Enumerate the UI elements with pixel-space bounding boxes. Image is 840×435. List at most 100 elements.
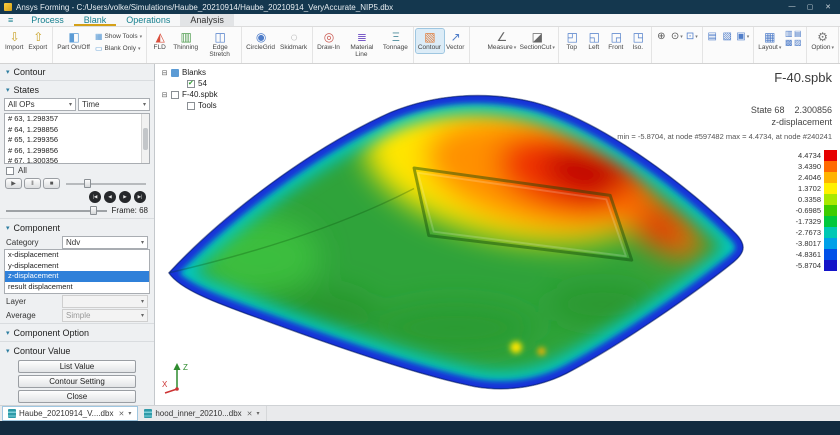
document-tab[interactable]: Haube_20210914_V....dbx ✕ ▾ [2,406,138,421]
layout-preset-icon[interactable]: ▤ [793,29,802,38]
component-list-item[interactable]: x-velocity [5,292,149,294]
playback-button[interactable]: ▶ [5,178,22,189]
zoom-tool-icon[interactable]: ⊕ [654,29,669,44]
scene-tree-item[interactable]: ⊟ Blanks [161,67,218,78]
layout-preset-icon[interactable]: ▩ [784,38,793,47]
ribbon-button[interactable]: ◎ Draw-In [315,29,343,53]
display-mode-icon[interactable]: ▣▾ [735,29,750,44]
sort-dropdown[interactable]: Time▾ [78,98,150,111]
panel-button[interactable]: List Value [18,360,136,373]
playback-button[interactable]: ■ [43,178,60,189]
state-list-item[interactable]: # 67, 1.300356 [5,156,140,164]
ribbon-button[interactable]: ◪ SectionCut▾ [518,29,556,53]
ribbon-toggle[interactable]: ▭ Blank Only ▾ [95,44,142,53]
panel-header-contour[interactable]: ▾ Contour [0,64,154,79]
ribbon-button[interactable]: ⚙ Option▾ [809,29,836,53]
component-list-item[interactable]: x-displacement [5,250,149,261]
category-dropdown[interactable]: Ndv▾ [62,236,148,249]
ribbon-button[interactable]: ◌ Skidmark [278,29,310,53]
scene-tree-item[interactable]: ⊟ F-40.spbk [161,89,218,100]
collapse-icon: ▾ [6,224,10,232]
close-icon[interactable]: ✕ [820,3,836,11]
display-mode-icon[interactable]: ▤ [705,29,720,44]
panel-button[interactable]: Contour Setting [18,375,136,388]
scene-tree-item[interactable]: 54 [161,78,218,89]
slider-thumb[interactable] [84,179,91,188]
ribbon-toggle-icon: ▭ [95,44,103,53]
component-list-item[interactable]: z-displacement [5,271,149,282]
panel-header-component[interactable]: ▾ Component [0,220,154,235]
slider-thumb[interactable] [90,206,97,215]
panel-header-component-option[interactable]: ▾ Component Option [0,325,154,340]
scene-tree-item[interactable]: Tools [161,100,218,111]
playback-button[interactable]: ‖ [24,178,41,189]
menu-tab[interactable]: Operations [116,14,180,26]
viewport-3d[interactable]: ⊟ Blanks 54 ⊟ F-40.spbk [155,64,840,405]
state-list-item[interactable]: # 65, 1.299356 [5,135,140,146]
ribbon-button-label: Export [28,44,48,52]
all-states-checkbox[interactable] [6,167,14,175]
ribbon-button[interactable]: ⇧ Export [26,29,50,53]
legend-value: 0.3358 [780,195,824,204]
document-tab[interactable]: hood_inner_20210...dbx ✕ ▾ [138,406,266,421]
ribbon-button[interactable]: ◱ Left [583,29,605,53]
ribbon-button[interactable]: ▦ Layout▾ [756,29,783,53]
state-list-item[interactable]: # 64, 1.298856 [5,125,140,136]
tree-expander-icon[interactable]: ⊟ [161,69,168,77]
ribbon-button[interactable]: Ξ Tonnage [381,29,411,53]
frame-skip-button[interactable]: ◀ [104,191,116,203]
dropdown-caret-icon: ▾ [831,45,834,51]
op-filter-dropdown[interactable]: All OPs▾ [4,98,76,111]
states-scrollbar[interactable] [141,114,149,163]
maximize-icon[interactable]: ▢ [802,3,818,11]
menu-tab[interactable]: Blank [74,14,117,26]
layout-preset-icon[interactable]: ▥ [784,29,793,38]
ribbon-button[interactable]: ↗ Vector [444,29,467,53]
panel-button[interactable]: Close [18,390,136,403]
frame-skip-button[interactable]: ▶ [119,191,131,203]
chevron-down-icon: ▾ [141,298,144,305]
ribbon-button[interactable]: ◰ Top [561,29,583,53]
playback-speed-slider[interactable] [66,178,146,189]
ribbon-button[interactable]: ◭ FLD [149,29,171,53]
ribbon-button[interactable]: ▥ Thinning [171,29,201,53]
state-list-item[interactable]: # 66, 1.299856 [5,146,140,157]
display-mode-icon[interactable]: ▧ [720,29,735,44]
menu-tab[interactable]: Analysis [180,14,234,26]
menu-tab[interactable]: Process [21,14,74,26]
frame-slider[interactable] [6,205,107,216]
tree-item-checkbox[interactable] [187,102,195,110]
ribbon-button[interactable]: ◳ Iso. [627,29,649,53]
panel-header-states[interactable]: ▾ States [0,82,154,97]
ribbon-button[interactable]: ∠ Measure▾ [485,29,518,53]
tree-expander-icon[interactable]: ⊟ [161,91,168,99]
tree-item-checkbox[interactable] [187,80,195,88]
zoom-tool-icon[interactable]: ⊡▾ [684,29,699,44]
ribbon-button[interactable]: ◉ CircleGrid [244,29,278,53]
component-list-item[interactable]: result displacement [5,282,149,293]
ribbon-button[interactable]: ◲ Front [605,29,627,53]
tab-close-icon[interactable]: ✕ [247,410,253,418]
app-logo [4,3,12,11]
state-list-item[interactable]: # 63, 1.298357 [5,114,140,125]
ribbon-toggle-icon: ▦ [95,32,103,41]
panel-header-contour-value[interactable]: ▾ Contour Value [0,343,154,358]
frame-skip-button[interactable]: |◀ [89,191,101,203]
component-list-item[interactable]: y-displacement [5,261,149,272]
ribbon-toggle[interactable]: ▦ Show Tools ▾ [95,32,142,41]
zoom-tool-icon[interactable]: ⊙▾ [669,29,684,44]
minimize-icon[interactable]: — [784,3,800,11]
ribbon-button[interactable]: ▧ Contour [416,29,444,53]
ribbon-button[interactable]: ≣ Material Line [343,29,381,60]
ribbon-button-icon: ▥ [180,30,191,44]
ribbon-button[interactable]: ◧ Part On/Off [55,29,93,53]
hamburger-menu-icon[interactable]: ≡ [0,14,21,26]
ribbon-button[interactable]: ⇩ Import [3,29,26,53]
frame-skip-button[interactable]: ▶| [134,191,146,203]
ribbon-button[interactable]: ◫ Edge Stretch [201,29,239,60]
tab-dropdown-icon[interactable]: ▾ [128,410,131,417]
tab-close-icon[interactable]: ✕ [118,410,124,418]
tab-dropdown-icon[interactable]: ▾ [257,410,260,417]
layout-preset-icon[interactable]: ▨ [793,38,802,47]
tree-item-checkbox[interactable] [171,91,179,99]
